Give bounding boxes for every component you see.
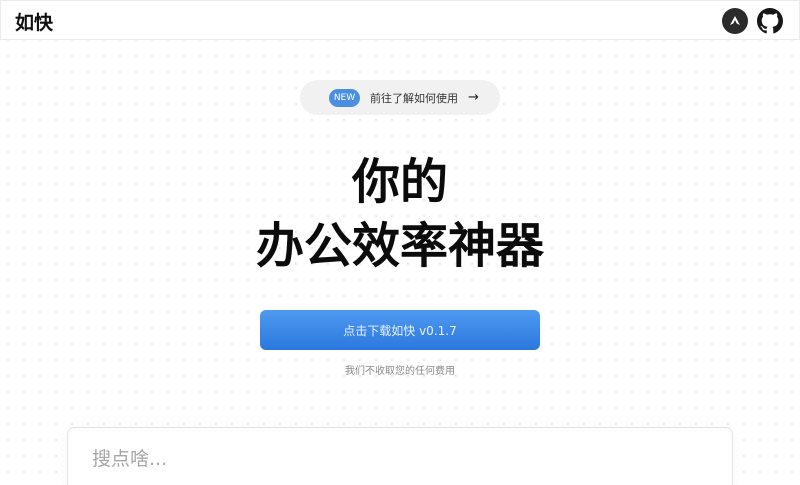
arrow-right-icon: → (468, 90, 479, 105)
hero-title-line2: 办公效率神器 (255, 218, 544, 274)
search-input[interactable] (92, 444, 692, 474)
new-badge: NEW (329, 88, 360, 107)
github-icon[interactable] (757, 8, 783, 34)
search-card (67, 427, 733, 485)
app-logo-icon[interactable] (722, 8, 748, 34)
announcement-pill[interactable]: NEW 前往了解如何使用 → (300, 80, 500, 115)
announcement-text: 前往了解如何使用 (370, 91, 458, 105)
download-button[interactable]: 点击下载如快 v0.1.7 (260, 310, 540, 350)
brand-logo-text[interactable]: 如快 (15, 8, 53, 35)
free-note: 我们不收取您的任何费用 (345, 366, 455, 377)
top-navbar: 如快 (0, 0, 800, 40)
hero-title-line1: 你的 (351, 154, 448, 210)
